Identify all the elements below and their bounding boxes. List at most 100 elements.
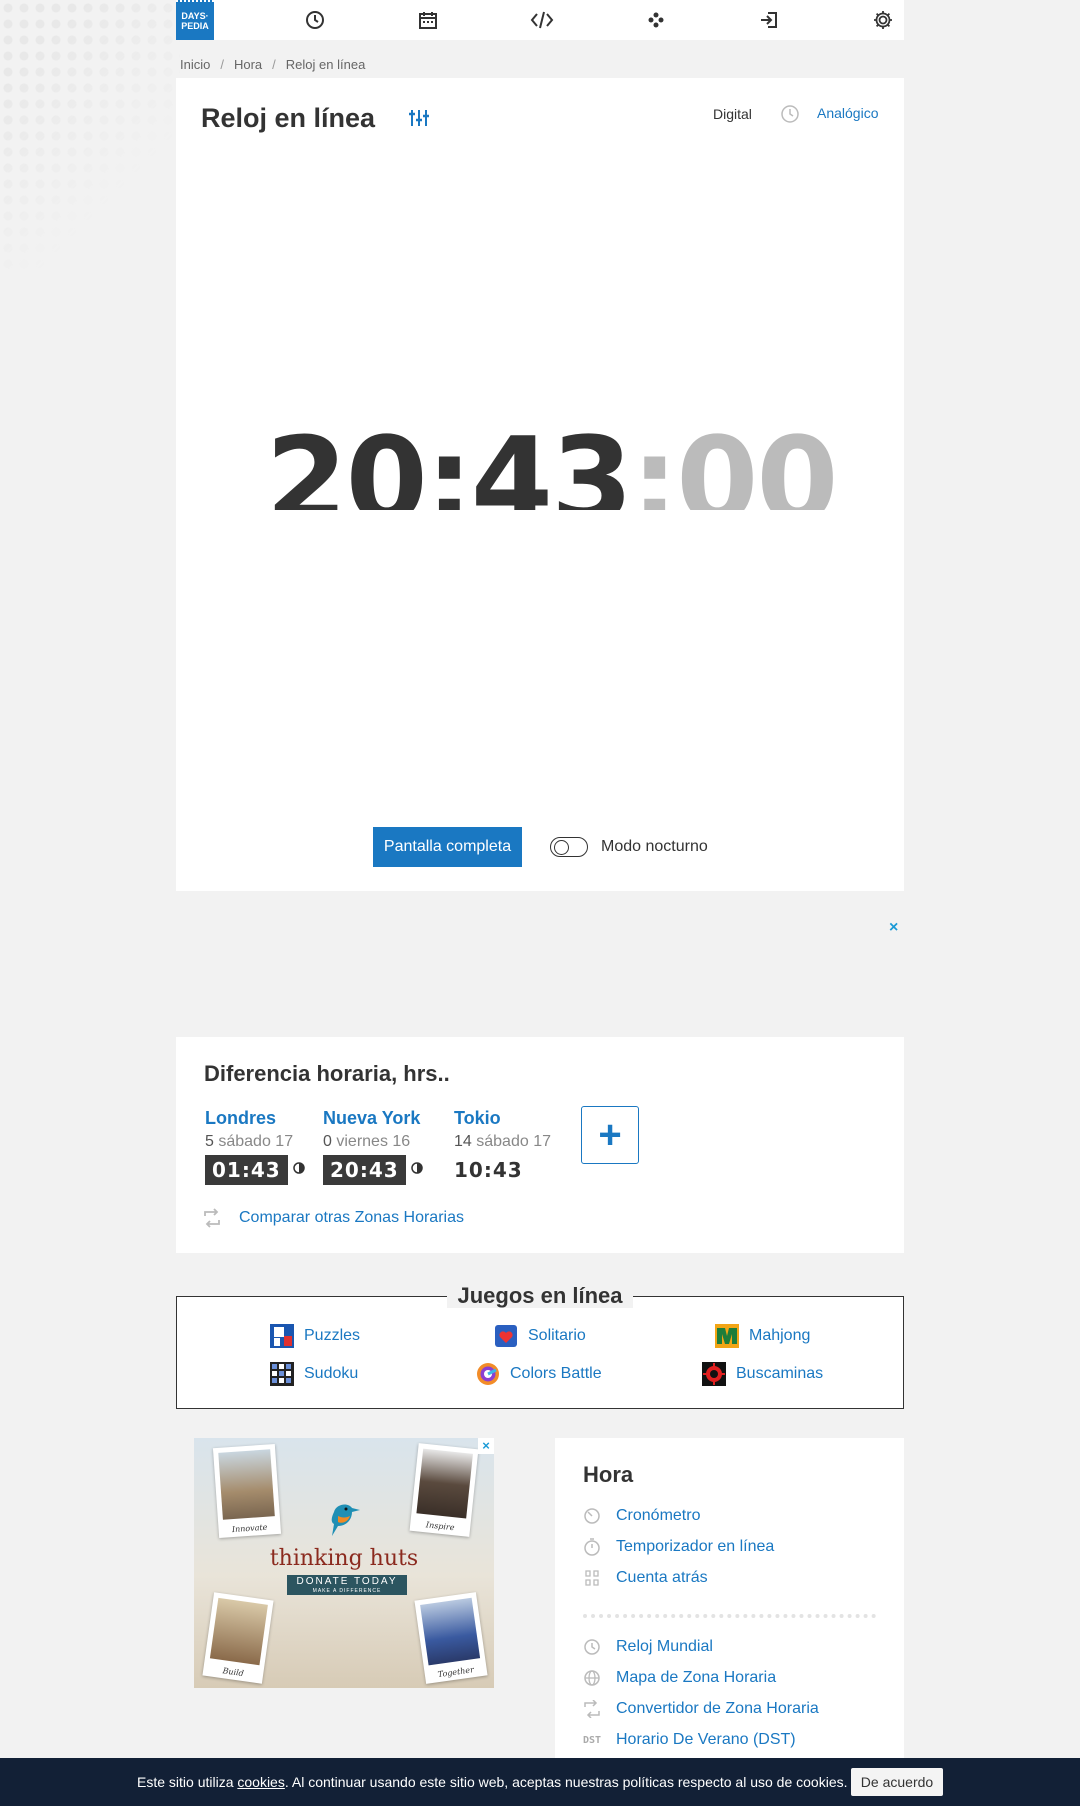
game-colors-battle[interactable]: Colors Battle <box>476 1362 602 1386</box>
city-offset: 14 <box>454 1133 472 1150</box>
sudoku-icon <box>270 1362 294 1386</box>
background-pattern <box>0 0 180 270</box>
sidebar-item-world-clock[interactable]: Reloj Mundial <box>582 1637 713 1657</box>
city-time: 01:43 <box>205 1155 305 1185</box>
cookie-policy-link[interactable]: cookies <box>237 1774 284 1790</box>
world-clock-icon <box>582 1637 602 1657</box>
city-time: 10:43 <box>454 1155 523 1185</box>
breadcrumb-separator: / <box>220 57 224 72</box>
compare-timezones-link[interactable]: Comparar otras Zonas Horarias <box>239 1209 464 1227</box>
sidebar-item-label: Mapa de Zona Horaria <box>616 1669 777 1686</box>
sidebar-item-label: Convertidor de Zona Horaria <box>616 1700 819 1717</box>
city-name[interactable]: Nueva York <box>323 1108 423 1129</box>
code-icon[interactable] <box>529 7 555 33</box>
advertisement-banner[interactable]: Innovate Inspire thinking huts DONATE TO… <box>194 1438 494 1688</box>
cookie-text-start: Este sitio utiliza <box>137 1774 238 1790</box>
kingfisher-logo-icon <box>326 1498 362 1543</box>
city-name[interactable]: Londres <box>205 1108 305 1129</box>
night-icon <box>292 1161 305 1179</box>
sliders-settings-icon[interactable] <box>408 108 430 133</box>
ad-donate-label: DONATE TODAY <box>296 1576 398 1587</box>
timer-icon <box>582 1537 602 1557</box>
settings-gear-icon[interactable] <box>870 7 896 33</box>
ad-photo: Inspire <box>409 1443 479 1537</box>
city-time-value: 20:43 <box>323 1155 406 1185</box>
game-sudoku[interactable]: Sudoku <box>270 1362 358 1386</box>
sidebar-item-dst[interactable]: DST Horario De Verano (DST) <box>582 1730 796 1750</box>
clock-seconds: :00 <box>631 411 838 510</box>
game-label: Mahjong <box>749 1327 811 1344</box>
city-day: 5 sábado 17 <box>205 1133 305 1151</box>
breadcrumb-hora[interactable]: Hora <box>234 57 262 72</box>
sidebar-item-timer[interactable]: Temporizador en línea <box>582 1537 774 1557</box>
game-label: Buscaminas <box>736 1365 824 1382</box>
sidebar-title: Hora <box>583 1462 634 1487</box>
convert-icon <box>582 1699 602 1719</box>
game-mahjong[interactable]: Mahjong <box>715 1324 810 1348</box>
top-navigation: DAYS· PEDIA <box>176 0 904 40</box>
city-time-value: 10:43 <box>454 1158 523 1182</box>
game-label: Colors Battle <box>510 1365 602 1382</box>
ad-caption: Inspire <box>425 1520 455 1533</box>
ad-donate-button[interactable]: DONATE TODAY MAKE A DIFFERENCE <box>287 1575 407 1595</box>
city-name[interactable]: Tokio <box>454 1108 551 1129</box>
mahjong-icon <box>715 1324 739 1348</box>
city-london: Londres 5 sábado 17 01:43 <box>205 1108 305 1185</box>
sidebar-item-timezone-map[interactable]: Mapa de Zona Horaria <box>582 1668 776 1688</box>
sidebar-item-label: Horario De Verano (DST) <box>616 1731 796 1748</box>
games-title: Juegos en línea <box>447 1283 633 1308</box>
mode-digital[interactable]: Digital <box>713 106 752 122</box>
night-icon <box>410 1161 423 1179</box>
ad-donate-sub: MAKE A DIFFERENCE <box>312 1588 382 1594</box>
clock-icon[interactable] <box>302 7 328 33</box>
mode-analog-link[interactable]: Analógico <box>817 105 879 121</box>
ad-photo: Innovate <box>212 1443 282 1539</box>
fullscreen-button[interactable]: Pantalla completa <box>373 827 522 867</box>
city-offset: 0 <box>323 1133 332 1150</box>
city-new-york: Nueva York 0 viernes 16 20:43 <box>323 1108 423 1185</box>
breadcrumb-separator: / <box>272 57 276 72</box>
breadcrumb-current: Reloj en línea <box>285 57 366 72</box>
games-icon[interactable] <box>643 7 669 33</box>
city-time-value: 01:43 <box>205 1155 288 1185</box>
clock-card: Reloj en línea Digital Analógico 20:43:0… <box>176 78 904 891</box>
countdown-icon <box>582 1568 602 1588</box>
ad-caption: Build <box>222 1666 245 1679</box>
login-icon[interactable] <box>756 7 782 33</box>
city-offset: 5 <box>205 1133 214 1150</box>
game-solitaire[interactable]: Solitario <box>494 1324 586 1348</box>
ad-close-icon[interactable]: × <box>478 1438 494 1454</box>
game-puzzles[interactable]: Puzzles <box>270 1324 360 1348</box>
compare-icon <box>202 1208 222 1233</box>
sidebar-divider <box>583 1614 876 1618</box>
sidebar-item-label: Reloj Mundial <box>616 1638 713 1655</box>
cookie-accept-button[interactable]: De acuerdo <box>851 1768 943 1796</box>
puzzle-icon <box>270 1324 294 1348</box>
logo-line2: PEDIA <box>181 21 209 31</box>
add-city-button[interactable]: + <box>581 1106 639 1164</box>
globe-icon <box>582 1668 602 1688</box>
game-label: Puzzles <box>304 1327 361 1344</box>
ad-close-icon[interactable]: × <box>889 919 898 937</box>
sidebar-item-label: Cuenta atrás <box>616 1569 708 1586</box>
city-day-label: viernes 16 <box>336 1133 411 1150</box>
sidebar-item-timezone-converter[interactable]: Convertidor de Zona Horaria <box>582 1699 819 1719</box>
city-time: 20:43 <box>323 1155 423 1185</box>
city-day: 0 viernes 16 <box>323 1133 423 1151</box>
page-title: Reloj en línea <box>201 103 376 133</box>
logo-line1: DAYS· <box>181 11 209 21</box>
game-minesweeper[interactable]: Buscaminas <box>702 1362 823 1386</box>
sidebar-item-label: Cronómetro <box>616 1507 701 1524</box>
sidebar-item-countdown[interactable]: Cuenta atrás <box>582 1568 708 1588</box>
minesweeper-icon <box>702 1362 726 1386</box>
night-mode-label: Modo nocturno <box>601 838 708 855</box>
time-difference-card: Diferencia horaria, hrs.. Londres 5 sába… <box>176 1037 904 1253</box>
dayspedia-logo[interactable]: DAYS· PEDIA <box>176 0 214 40</box>
breadcrumb: Inicio / Hora / Reloj en línea <box>180 57 365 72</box>
digital-clock-display: 20:43:00 <box>176 410 904 510</box>
city-day-label: sábado 17 <box>476 1133 551 1150</box>
breadcrumb-inicio[interactable]: Inicio <box>180 57 210 72</box>
calendar-icon[interactable] <box>415 7 441 33</box>
sidebar-item-stopwatch[interactable]: Cronómetro <box>582 1506 700 1526</box>
night-mode-toggle[interactable] <box>550 837 588 857</box>
